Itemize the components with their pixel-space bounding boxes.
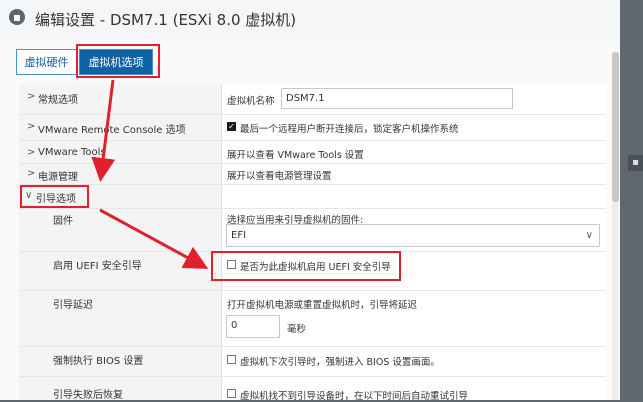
arrow-to-boot-options	[91, 79, 116, 182]
arrow-to-secure-boot	[99, 208, 209, 269]
annotation-arrows	[91, 79, 209, 269]
